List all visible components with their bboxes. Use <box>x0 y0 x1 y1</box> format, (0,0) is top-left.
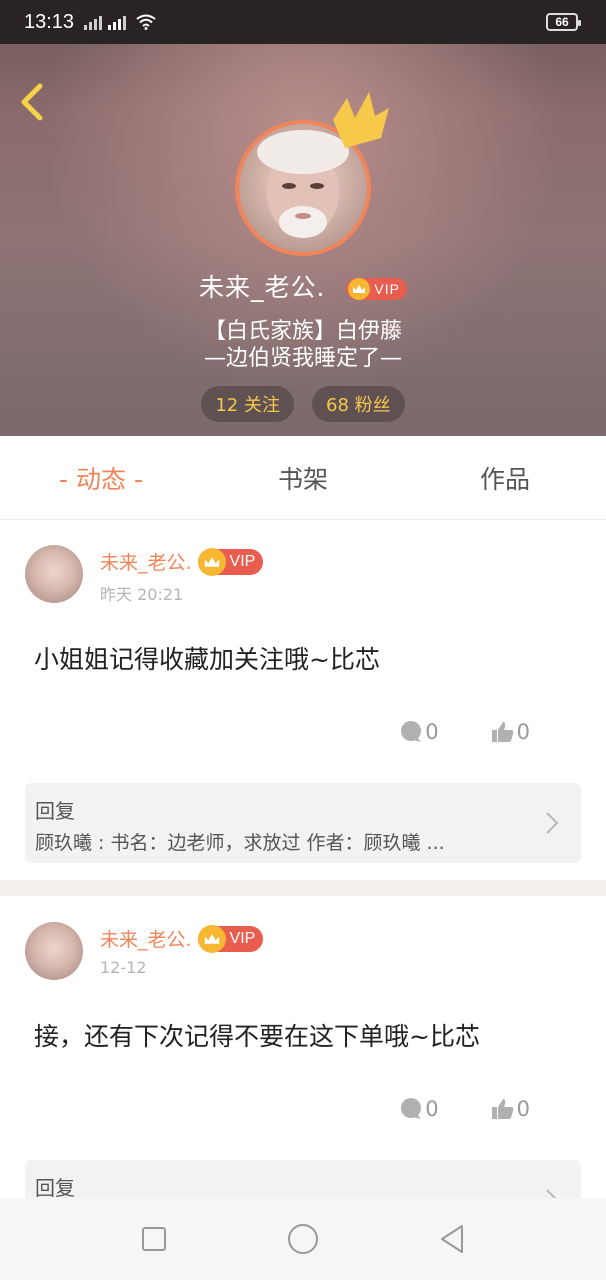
vip-crown-icon <box>348 278 371 300</box>
tab-works[interactable]: 作品 <box>404 436 606 519</box>
signal-icon-2 <box>108 14 127 30</box>
system-nav-bar <box>0 1198 606 1280</box>
bio-line-2: —边伯贤我睡定了— <box>203 346 402 371</box>
chevron-right-icon <box>546 1189 557 1198</box>
status-time: 13:13 <box>24 10 75 33</box>
post-time: 12-12 <box>100 958 147 977</box>
reply-box[interactable]: 回复 顾玖曦 : 书名：边老师，求放过 作者：顾玖曦 ... <box>25 783 581 863</box>
vip-label: VIP <box>229 552 256 570</box>
like-count: 0 <box>516 1097 530 1121</box>
battery-level: 66 <box>555 15 569 29</box>
tab-activity[interactable]: - 动态 - <box>0 436 202 519</box>
post-time: 昨天 20:21 <box>100 585 184 604</box>
bio-line-1: 【白氏家族】白伊藤 <box>203 319 402 344</box>
like-button[interactable]: 0 <box>491 1097 530 1121</box>
circle-icon <box>287 1224 318 1254</box>
vip-label: VIP <box>229 929 256 947</box>
wifi-icon <box>136 14 156 30</box>
vip-badge: VIP <box>346 278 407 300</box>
square-icon <box>142 1227 167 1251</box>
post-actions: 0 0 <box>399 720 530 744</box>
feed-post: 未来_老公. VIP 12-12 接，还有下次记得不要在这下单哦~比芯 0 0 … <box>0 896 606 1198</box>
like-button[interactable]: 0 <box>491 720 530 744</box>
following-button[interactable]: 12 关注 <box>201 386 294 422</box>
post-author[interactable]: 未来_老公. <box>100 548 192 575</box>
signal-icon <box>84 14 103 30</box>
profile-tabs: - 动态 - 书架 作品 <box>0 436 606 520</box>
post-content: 小姐姐记得收藏加关注哦~比芯 <box>34 645 380 674</box>
comment-button[interactable]: 0 <box>399 720 439 744</box>
back-arrow-icon[interactable] <box>14 80 54 124</box>
back-button[interactable] <box>432 1219 472 1259</box>
profile-username: 未来_老公. <box>199 273 326 302</box>
battery-icon: 66 <box>546 13 581 31</box>
comment-count: 0 <box>425 1097 439 1121</box>
triangle-back-icon <box>440 1225 463 1253</box>
profile-stats: 12 关注 68 粉丝 <box>0 386 606 422</box>
reply-title: 回复 <box>35 799 75 823</box>
recent-apps-button[interactable] <box>134 1219 174 1259</box>
thumbs-up-icon <box>491 1099 513 1119</box>
crown-icon <box>333 92 389 148</box>
post-author-row: 未来_老公. VIP <box>100 547 264 576</box>
reply-text: 顾玖曦 : 书名：边老师，求放过 作者：顾玖曦 ... <box>35 832 445 854</box>
thumbs-up-icon <box>491 722 513 742</box>
vip-badge: VIP <box>197 924 264 953</box>
profile-bio: 【白氏家族】白伊藤 —边伯贤我睡定了— <box>0 318 606 372</box>
reply-title: 回复 <box>35 1176 75 1198</box>
vip-crown-icon <box>197 547 226 576</box>
profile-avatar[interactable] <box>235 92 389 256</box>
home-button[interactable] <box>283 1219 323 1259</box>
status-bar: 13:13 66 <box>0 0 606 44</box>
followers-button[interactable]: 68 粉丝 <box>312 386 405 422</box>
like-count: 0 <box>516 720 530 744</box>
vip-crown-icon <box>197 924 226 953</box>
feed-post: 未来_老公. VIP 昨天 20:21 小姐姐记得收藏加关注哦~比芯 0 0 回… <box>0 520 606 880</box>
profile-username-row: 未来_老公. VIP <box>0 268 606 304</box>
post-avatar[interactable] <box>25 922 83 980</box>
comment-button[interactable]: 0 <box>399 1097 439 1121</box>
reply-box[interactable]: 回复 <box>25 1160 581 1198</box>
post-author-row: 未来_老公. VIP <box>100 924 264 953</box>
chevron-right-icon <box>546 812 559 834</box>
post-avatar[interactable] <box>25 545 83 603</box>
post-divider <box>0 880 606 896</box>
post-content: 接，还有下次记得不要在这下单哦~比芯 <box>34 1022 480 1051</box>
post-actions: 0 0 <box>399 1097 530 1121</box>
tab-bookshelf[interactable]: 书架 <box>202 436 404 519</box>
comment-count: 0 <box>425 720 439 744</box>
comment-icon <box>401 1098 422 1119</box>
post-author[interactable]: 未来_老公. <box>100 925 192 952</box>
vip-label: VIP <box>374 281 400 297</box>
profile-header: 13:13 66 未来_老公. VIP 【白氏家族】白伊藤 —边伯贤我睡定了— … <box>0 0 606 436</box>
vip-badge: VIP <box>197 547 264 576</box>
comment-icon <box>401 721 422 742</box>
